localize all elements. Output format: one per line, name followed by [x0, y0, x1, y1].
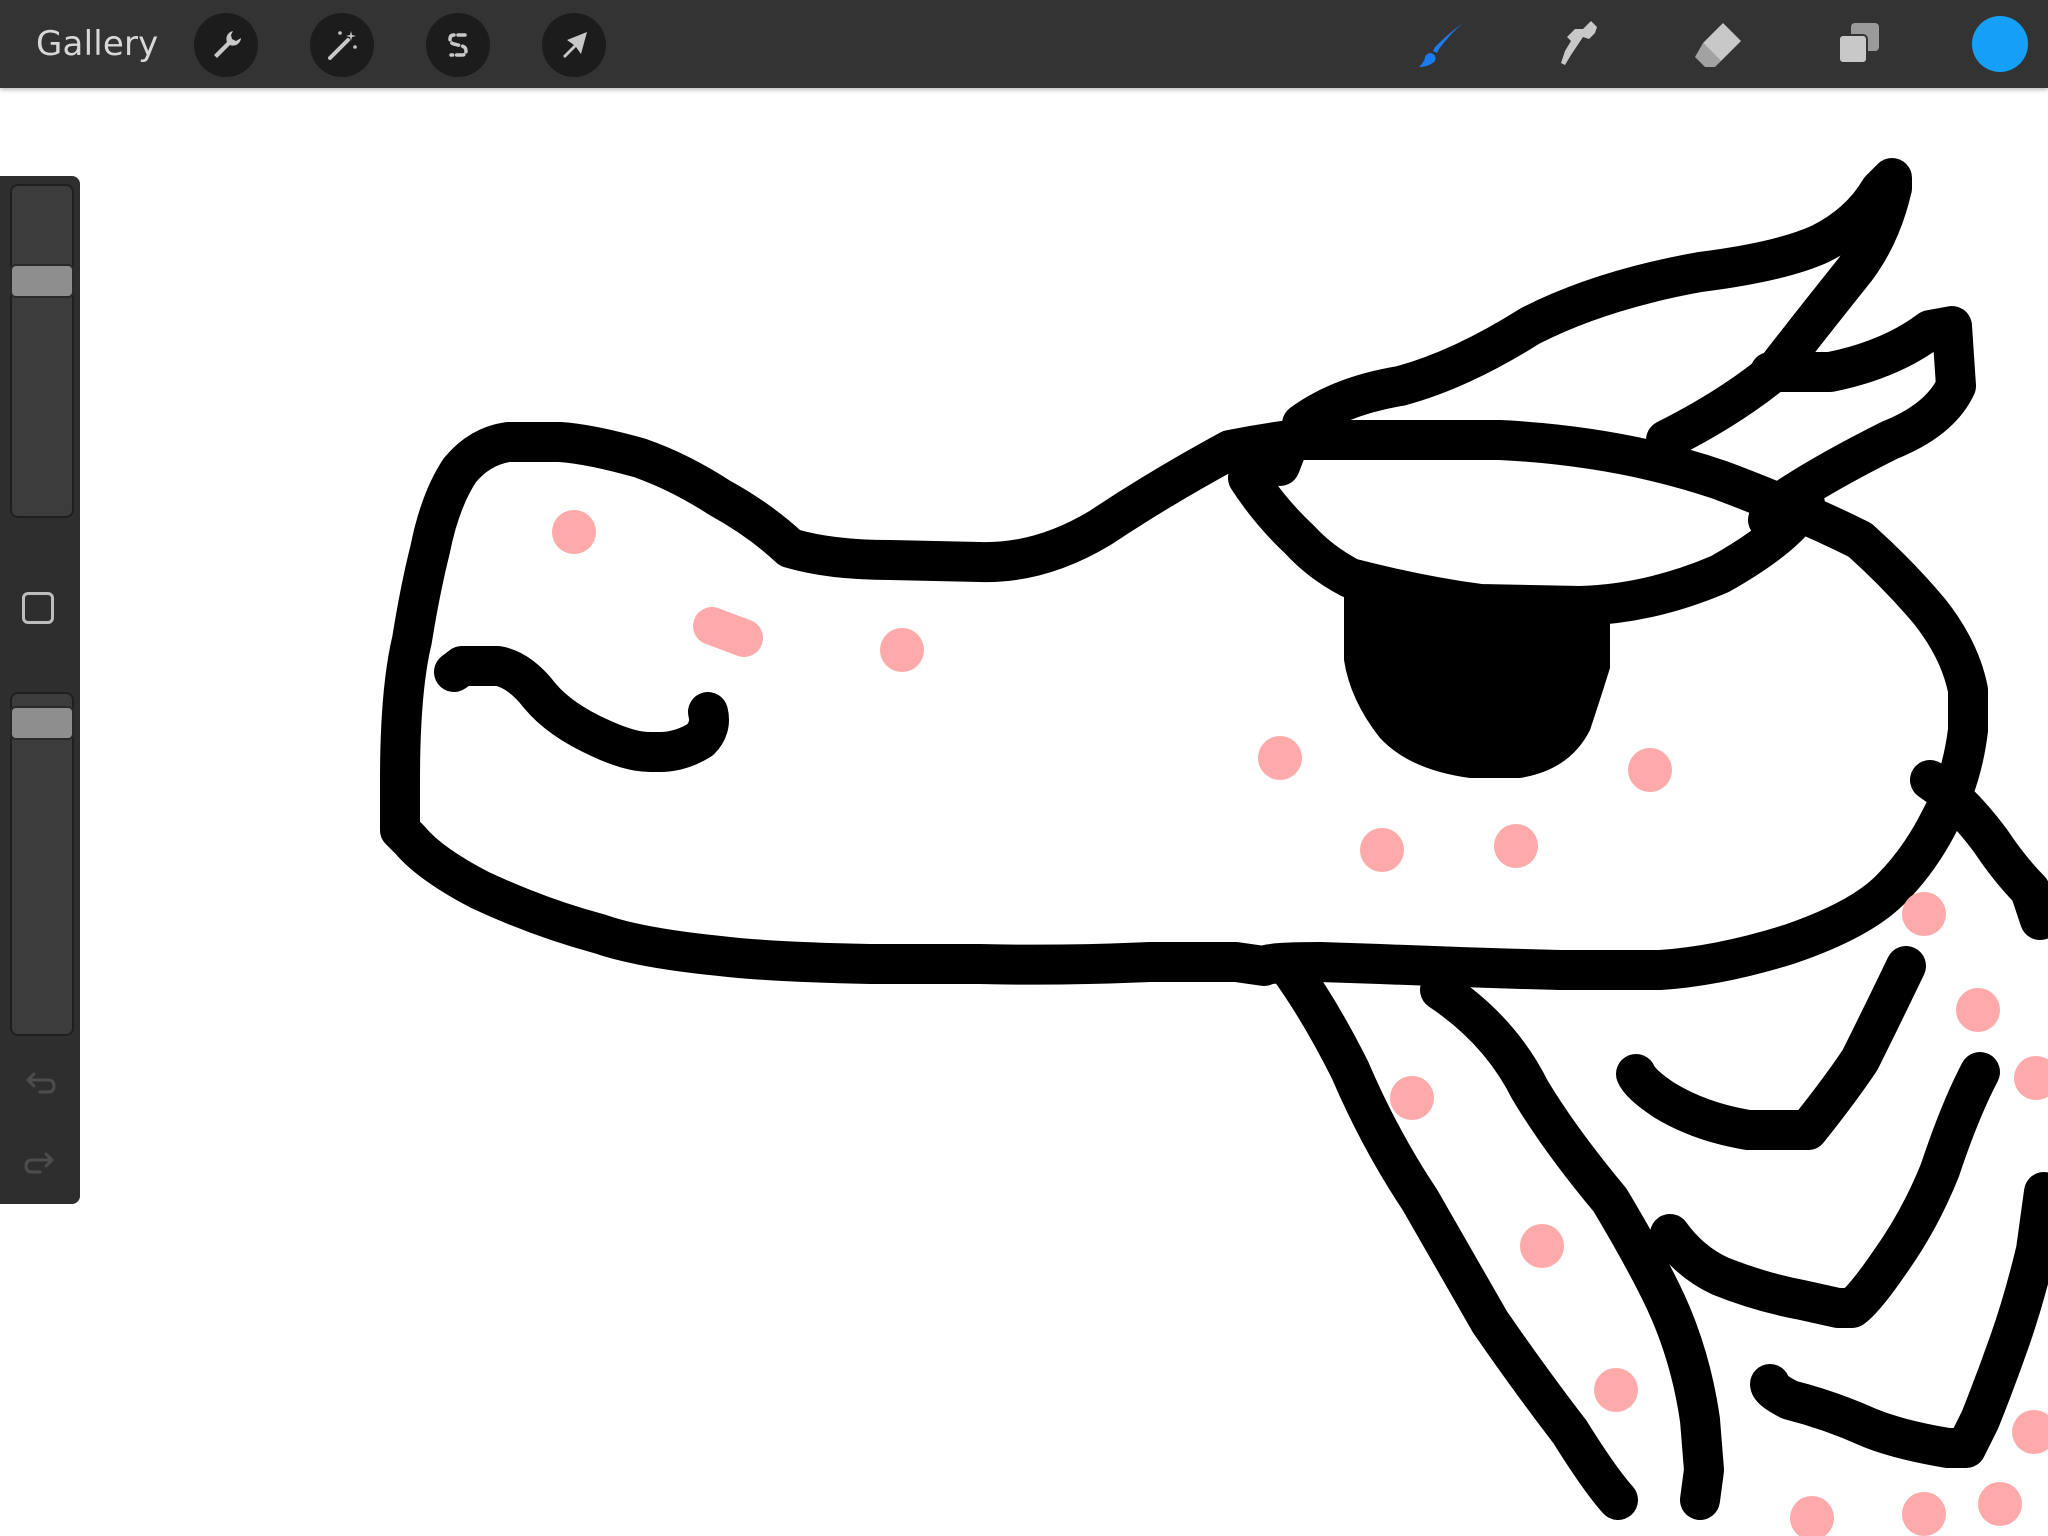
- spot: [1978, 1482, 2022, 1526]
- horn-large-stroke: [1282, 158, 1912, 460]
- wrench-icon: [214, 31, 241, 58]
- spot: [1360, 828, 1404, 872]
- smudge-tool-button[interactable]: [1546, 12, 1612, 78]
- spot: [1902, 892, 1946, 936]
- mouth-stroke: [434, 646, 729, 772]
- spot: [1594, 1368, 1638, 1412]
- brush-icon: [1419, 23, 1463, 67]
- adjustments-button[interactable]: [310, 13, 374, 77]
- selection-s-icon: [448, 33, 468, 57]
- spot: [2014, 1056, 2048, 1100]
- eye-pupil: [1344, 596, 1610, 778]
- redo-arrow-icon: [24, 1152, 55, 1174]
- spot: [552, 510, 596, 554]
- opacity-slider[interactable]: [10, 692, 74, 1036]
- actions-button[interactable]: [194, 13, 258, 77]
- spot: [2012, 1410, 2048, 1454]
- color-picker-button[interactable]: [1972, 16, 2028, 72]
- undo-arrow-icon: [25, 1072, 56, 1094]
- spot: [1390, 1076, 1434, 1120]
- procreate-app: Gallery: [0, 0, 2048, 1536]
- brush-tool-button[interactable]: [1408, 12, 1474, 78]
- spot: [1520, 1224, 1564, 1268]
- scale-stroke-1: [1616, 946, 1926, 1150]
- eraser-tool-button[interactable]: [1684, 12, 1750, 78]
- spot: [1494, 824, 1538, 868]
- eraser-icon: [1695, 23, 1741, 67]
- back-stroke: [1910, 760, 2048, 940]
- spot: [880, 628, 924, 672]
- side-toolbar: [0, 176, 80, 1204]
- neck-left-stroke: [1268, 946, 1638, 1520]
- drawing-canvas[interactable]: [0, 88, 2048, 1536]
- brush-size-slider[interactable]: [10, 184, 74, 518]
- horn-small-stroke: [1748, 306, 1976, 540]
- layers-button[interactable]: [1826, 12, 1892, 78]
- square-modify-icon[interactable]: [22, 592, 54, 624]
- brush-size-handle[interactable]: [10, 264, 74, 298]
- redo-button[interactable]: [20, 1144, 60, 1184]
- drawing-svg[interactable]: [0, 0, 2048, 1536]
- brow-stroke: [1260, 420, 1310, 486]
- layers-icon: [1838, 23, 1879, 64]
- transform-button[interactable]: [542, 13, 606, 77]
- spot: [1258, 736, 1302, 780]
- spot: [1902, 1492, 1946, 1536]
- top-toolbar: Gallery: [0, 0, 2048, 88]
- opacity-handle[interactable]: [10, 706, 74, 740]
- spot: [1956, 988, 2000, 1032]
- selection-button[interactable]: [426, 13, 490, 77]
- spot: [693, 607, 763, 657]
- smudge-finger-icon: [1561, 21, 1597, 65]
- spot: [1628, 748, 1672, 792]
- gallery-button[interactable]: Gallery: [36, 22, 159, 66]
- head-outline-stroke: [380, 420, 1988, 990]
- spot: [1790, 1496, 1834, 1536]
- arrow-cursor-icon: [563, 32, 587, 58]
- magic-wand-icon: [328, 31, 357, 60]
- undo-button[interactable]: [20, 1064, 60, 1104]
